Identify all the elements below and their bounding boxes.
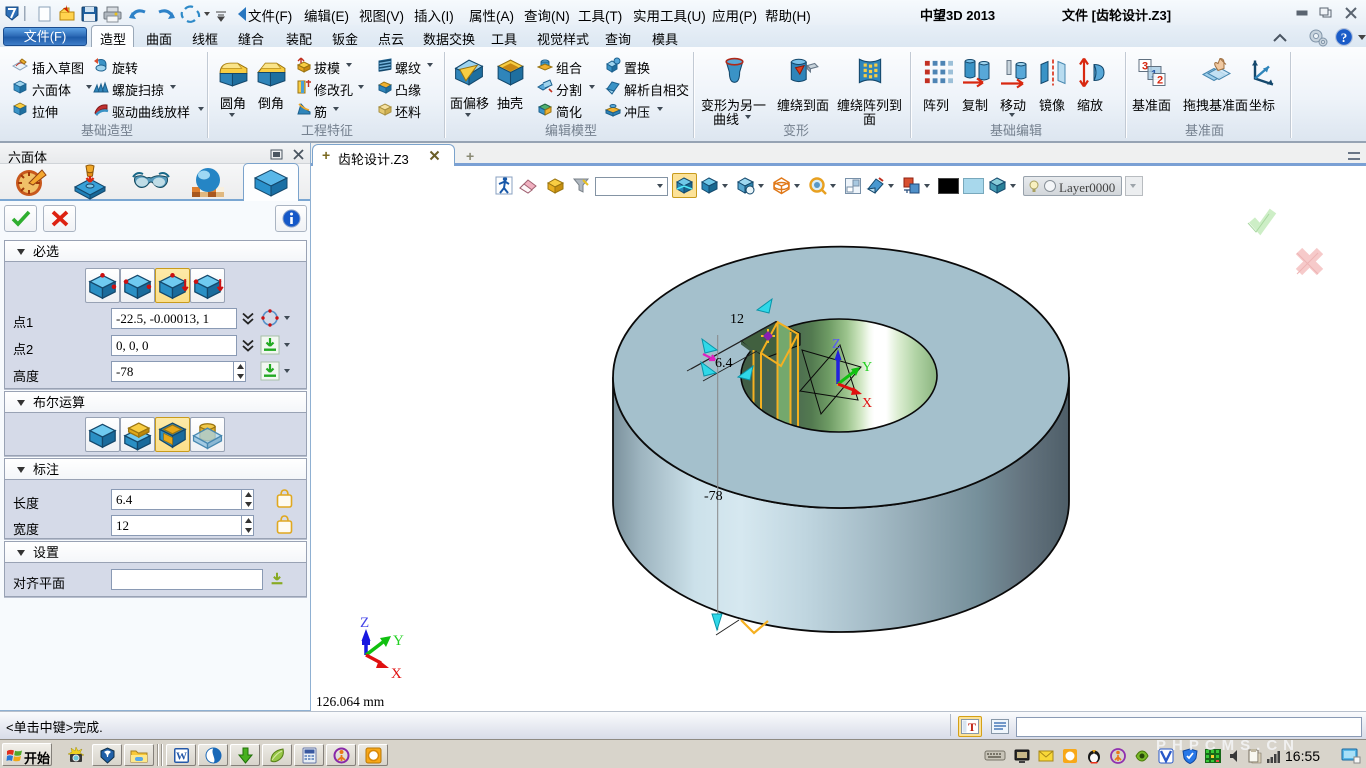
svg-text:Z: Z [832,337,841,352]
svg-text:12: 12 [730,312,744,327]
svg-text:Z: Z [360,615,369,631]
svg-text:T: T [968,720,976,734]
svg-text:6.4: 6.4 [715,356,733,371]
svg-text:W: W [176,750,187,762]
svg-text:X: X [391,666,402,682]
svg-text:Y: Y [393,633,404,649]
svg-text:X: X [862,396,872,411]
svg-text:Y: Y [862,360,872,375]
svg-text:-78: -78 [704,489,723,504]
